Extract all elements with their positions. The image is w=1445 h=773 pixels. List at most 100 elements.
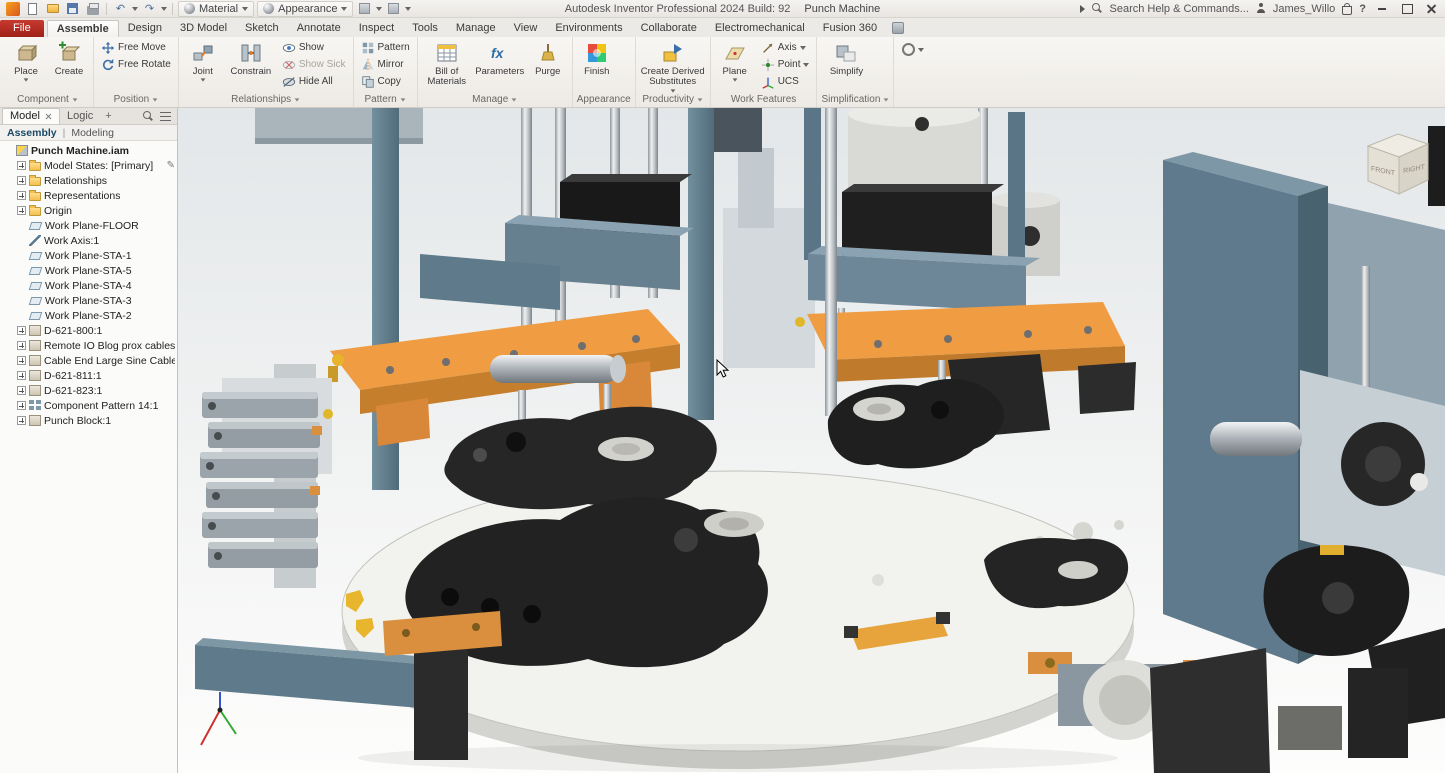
free-move-button[interactable]: Free Move (98, 39, 174, 56)
ribbon-tab[interactable]: Sketch (236, 20, 288, 37)
ribbon-tab[interactable]: Collaborate (632, 20, 706, 37)
browser-tab-model[interactable]: Model (2, 108, 60, 124)
ribbon-tab[interactable]: Design (119, 20, 171, 37)
expander-icon[interactable] (17, 176, 26, 185)
tree-item[interactable]: Work Plane-STA-3 ✎ (0, 293, 177, 308)
ribbon-tab[interactable]: Electromechanical (706, 20, 814, 37)
help-icon[interactable] (1359, 3, 1366, 15)
hide-all-button[interactable]: Hide All (279, 73, 349, 90)
bom-button[interactable]: Bill of Materials (422, 39, 472, 91)
free-rotate-button[interactable]: Free Rotate (98, 56, 174, 73)
add-browser-tab-button[interactable]: + (100, 109, 116, 124)
tree-item[interactable]: D-621-811:1 ✎ (0, 368, 177, 383)
copy-button[interactable]: Copy (358, 73, 413, 90)
pattern-button[interactable]: Pattern (358, 39, 413, 56)
ribbon-tab[interactable]: Tools (403, 20, 447, 37)
simplify-button[interactable]: Simplify (821, 39, 871, 91)
adjust-dropdown-icon[interactable] (376, 7, 382, 11)
expander-icon[interactable] (17, 206, 26, 215)
mode-assembly[interactable]: Assembly (7, 127, 57, 139)
restore-button[interactable] (1398, 2, 1416, 16)
expander-icon[interactable] (17, 386, 26, 395)
save-icon[interactable] (64, 1, 81, 16)
valve-stack[interactable] (200, 364, 333, 588)
user-name[interactable]: James_Willo (1273, 3, 1335, 15)
ribbon-tab[interactable]: Assemble (47, 20, 119, 37)
viewport-3d[interactable]: FRONT RIGHT (178, 108, 1445, 773)
tree-item[interactable]: Work Plane-STA-5 ✎ (0, 263, 177, 278)
show-button[interactable]: Show (279, 39, 349, 56)
inventor-logo-icon[interactable] (4, 1, 21, 16)
ribbon-tab[interactable]: Annotate (288, 20, 350, 37)
expander-icon[interactable] (17, 191, 26, 200)
create-button[interactable]: Create (49, 39, 89, 91)
panel-label-manage[interactable]: Manage (418, 92, 572, 107)
joint-button[interactable]: Joint (183, 39, 223, 91)
collapse-search-icon[interactable] (1080, 5, 1085, 13)
tree-item[interactable]: Remote IO Blog prox cables 101:1 (Unr ✎ (0, 338, 177, 353)
open-file-icon[interactable] (44, 1, 61, 16)
expander-icon[interactable] (17, 416, 26, 425)
constrain-button[interactable]: Constrain (226, 39, 276, 91)
ribbon-tab-extra-icon[interactable] (892, 22, 904, 34)
tree-item[interactable]: Work Plane-STA-1 ✎ (0, 248, 177, 263)
show-sick-button[interactable]: Show Sick (279, 56, 349, 73)
axis-button[interactable]: Axis (758, 39, 813, 56)
panel-label-component[interactable]: Component (2, 92, 93, 107)
search-icon[interactable] (1092, 3, 1103, 14)
expander-icon[interactable] (17, 326, 26, 335)
mode-modeling[interactable]: Modeling (71, 127, 114, 139)
minimize-button[interactable] (1373, 2, 1391, 16)
measure-icon[interactable] (385, 1, 402, 16)
redo-dropdown-icon[interactable] (161, 7, 167, 11)
ribbon-options-button[interactable] (902, 43, 924, 56)
tree-item[interactable]: Model States: [Primary] ✎ (0, 158, 177, 173)
close-button[interactable] (1423, 2, 1441, 16)
tree-item[interactable]: Punch Machine.iam ✎ (0, 143, 177, 158)
ribbon-tab[interactable]: Fusion 360 (814, 20, 886, 37)
material-dropdown[interactable]: Material (178, 1, 254, 17)
tree-item[interactable]: Origin ✎ (0, 203, 177, 218)
ribbon-tab[interactable]: Inspect (350, 20, 403, 37)
place-button[interactable]: Place (6, 39, 46, 91)
undo-dropdown-icon[interactable] (132, 7, 138, 11)
tree-item[interactable]: Cable End Large Sine Cable:10 (Unreso ✎ (0, 353, 177, 368)
plane-button[interactable]: Plane (715, 39, 755, 91)
panel-label-relationships[interactable]: Relationships (179, 92, 353, 107)
ribbon-tab[interactable]: 3D Model (171, 20, 236, 37)
tree-item[interactable]: D-621-800:1 ✎ (0, 323, 177, 338)
panel-label-position[interactable]: Position (94, 92, 178, 107)
print-icon[interactable] (84, 1, 101, 16)
ribbon-tab[interactable]: View (505, 20, 547, 37)
user-icon[interactable] (1256, 3, 1266, 14)
measure-dropdown-icon[interactable] (405, 7, 411, 11)
new-file-icon[interactable] (24, 1, 41, 16)
search-input[interactable]: Search Help & Commands... (1110, 3, 1249, 15)
adjust-icon[interactable] (356, 1, 373, 16)
redo-icon[interactable] (141, 1, 158, 16)
ucs-button[interactable]: UCS (758, 73, 813, 90)
purge-button[interactable]: Purge (528, 39, 568, 91)
tree-item[interactable]: Work Axis:1 ✎ (0, 233, 177, 248)
tree-item[interactable]: Work Plane-STA-2 ✎ (0, 308, 177, 323)
panel-label-work-features[interactable]: Work Features (711, 92, 817, 107)
panel-label-simplification[interactable]: Simplification (817, 92, 893, 107)
tree-item[interactable]: Work Plane-STA-4 ✎ (0, 278, 177, 293)
parameters-button[interactable]: fx Parameters (475, 39, 525, 91)
browser-search-icon[interactable] (143, 111, 154, 122)
tree-item[interactable]: Relationships ✎ (0, 173, 177, 188)
browser-tab-logic[interactable]: Logic (60, 109, 100, 124)
tree-item[interactable]: Component Pattern 14:1 ✎ (0, 398, 177, 413)
expander-icon[interactable] (17, 161, 26, 170)
expander-icon[interactable] (17, 341, 26, 350)
browser-menu-icon[interactable] (160, 112, 171, 121)
create-derived-button[interactable]: Create Derived Substitutes (640, 39, 706, 93)
finish-button[interactable]: Finish (577, 39, 617, 91)
appearance-dropdown[interactable]: Appearance (257, 1, 353, 17)
tree-item[interactable]: D-621-823:1 ✎ (0, 383, 177, 398)
ribbon-tab[interactable]: File (0, 20, 44, 37)
panel-label-productivity[interactable]: Productivity (636, 93, 710, 107)
expander-icon[interactable] (17, 371, 26, 380)
tree-item[interactable]: Punch Block:1 ✎ (0, 413, 177, 428)
tree-item[interactable]: Work Plane-FLOOR ✎ (0, 218, 177, 233)
